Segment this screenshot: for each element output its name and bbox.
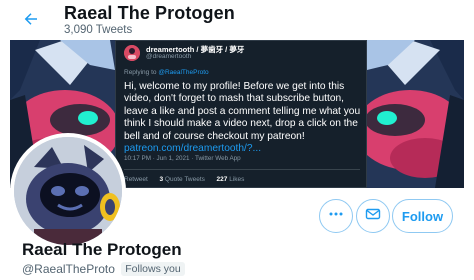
quote-count: 3 [159,176,164,183]
profile-header: Raeal The Protogen 3,090 Tweets [0,0,474,40]
tweet-text: Hi, welcome to my profile! Before we get… [124,81,361,142]
profile-name: Raeal The Protogen [22,240,182,259]
tweet-author-handle: @dreamertooth [146,53,192,60]
tweet-divider [124,169,360,170]
more-dots-icon [328,206,344,227]
profile-handle-row: @RaealTheProto Follows you [22,262,185,276]
tweet-body: Hi, welcome to my profile! Before we get… [124,81,362,155]
embedded-tweet[interactable]: dreamertooth / 夢歯牙 / 夢牙 @dreamertooth Re… [115,40,367,188]
quote-label: Quote Tweets [164,176,205,183]
header-title: Raeal The Protogen [64,3,235,23]
envelope-icon [365,206,381,227]
likes-label: Likes [229,176,245,183]
profile-handle: @RaealTheProto [22,262,115,276]
tweet-meta: 10:17 PM · Jun 1, 2021 · Twitter Web App [124,155,241,162]
tweet-link[interactable]: patreon.com/dreamertooth/?... [124,143,362,155]
follow-button[interactable]: Follow [392,199,453,233]
tweet-author-avatar[interactable] [124,45,140,61]
retweet-label: Retweet [124,176,148,183]
tweet-stats: Retweet 3 Quote Tweets 227 Likes [124,176,244,183]
replying-prefix: Replying to [124,69,157,76]
tweet-replying-to: Replying to @RaealTheProto [124,69,209,76]
message-button[interactable] [356,199,390,233]
tweet-count: 3,090 Tweets [64,24,133,36]
more-options-button[interactable] [319,199,353,233]
follows-you-badge: Follows you [121,262,185,276]
profile-avatar[interactable] [10,133,126,249]
replying-to-handle[interactable]: @RaealTheProto [158,69,208,76]
back-arrow-icon[interactable] [18,8,44,30]
likes-count: 227 [216,176,228,183]
avatar-image [14,137,122,245]
